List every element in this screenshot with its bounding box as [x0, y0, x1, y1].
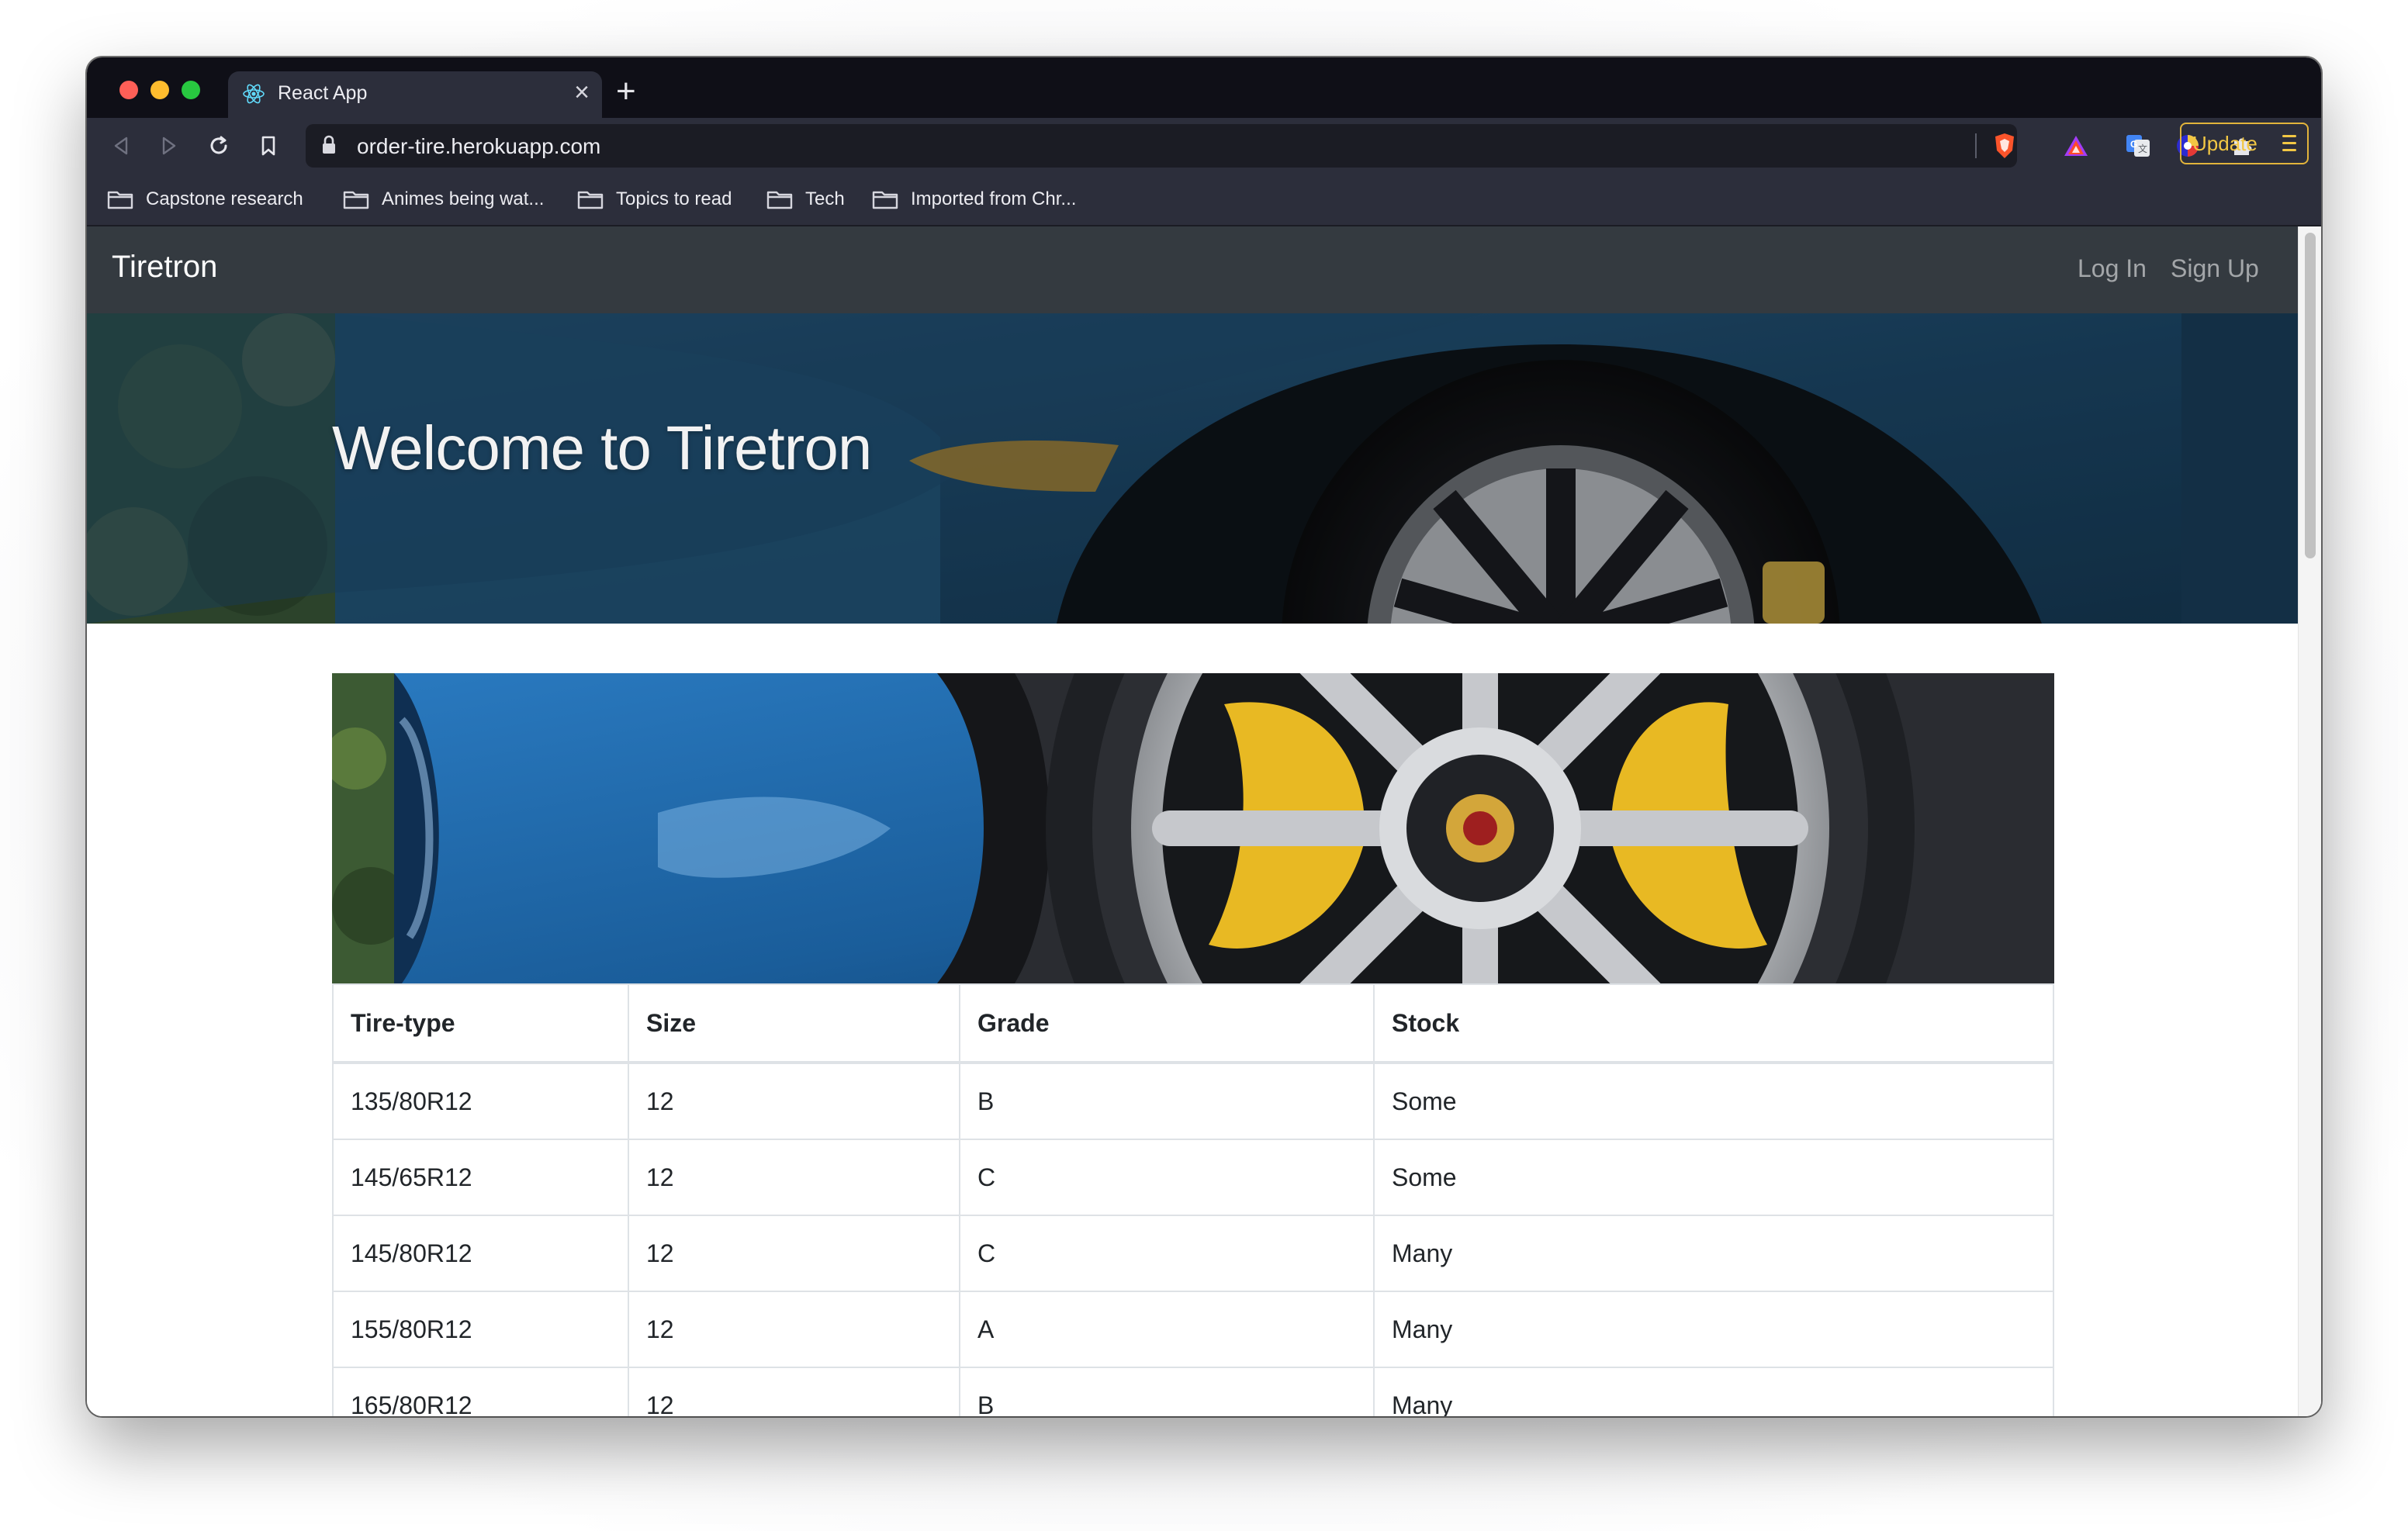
cell-grade: C — [959, 1139, 1375, 1216]
cell-size: 12 — [628, 1367, 960, 1416]
svg-text:文: 文 — [2138, 143, 2147, 154]
column-header-tire-type[interactable]: Tire-type — [332, 983, 629, 1064]
column-header-grade[interactable]: Grade — [959, 983, 1375, 1064]
url-text: order-tire.herokuapp.com — [357, 134, 601, 158]
new-tab-button[interactable]: + — [616, 74, 636, 109]
page-viewport: Tiretron Log In Sign Up Welcome to Tiret… — [87, 226, 2321, 1416]
cell-tire-type: 155/80R12 — [332, 1291, 629, 1368]
address-bar[interactable]: order-tire.herokuapp.com — [306, 124, 2017, 168]
cell-grade: C — [959, 1215, 1375, 1292]
column-header-stock[interactable]: Stock — [1373, 983, 2054, 1064]
folder-icon — [766, 191, 793, 209]
browser-toolbar: order-tire.herokuapp.com G文 Update — [87, 118, 2321, 174]
update-button[interactable]: Update — [2180, 123, 2309, 164]
table-header-row: Tire-type Size Grade Stock — [332, 983, 2054, 1064]
scrollbar-thumb[interactable] — [2305, 233, 2316, 558]
tab-strip: React App × + — [87, 57, 2321, 118]
folder-icon — [577, 191, 604, 209]
bookmark-folder-animes[interactable]: Animes being wat... — [343, 186, 544, 213]
cell-grade: A — [959, 1291, 1375, 1368]
login-link[interactable]: Log In — [2078, 254, 2147, 283]
svg-text:G: G — [2130, 139, 2137, 150]
maximize-window-button[interactable] — [182, 81, 200, 99]
hero-banner: Welcome to Tiretron — [87, 313, 2298, 624]
folder-icon — [107, 191, 133, 209]
bookmark-folder-capstone-research[interactable]: Capstone research — [107, 186, 303, 213]
bookmarks-bar: Capstone research Animes being wat... To… — [87, 174, 2321, 226]
update-label: Update — [2192, 131, 2258, 155]
cell-stock: Some — [1373, 1139, 2054, 1216]
address-bar-divider — [1975, 133, 1977, 158]
bookmark-folder-imported[interactable]: Imported from Chr... — [872, 186, 1076, 213]
react-logo-icon — [243, 84, 265, 104]
cell-size: 12 — [628, 1139, 960, 1216]
brave-shield-icon[interactable] — [1988, 129, 2022, 163]
cell-tire-type: 165/80R12 — [332, 1367, 629, 1416]
forward-icon[interactable] — [152, 129, 186, 163]
folder-icon — [343, 191, 369, 209]
cell-stock: Many — [1373, 1215, 2054, 1292]
reload-icon[interactable] — [202, 129, 236, 163]
hero-title: Welcome to Tiretron — [332, 413, 872, 482]
site-brand-link[interactable]: Tiretron — [112, 250, 217, 285]
google-translate-icon[interactable]: G文 — [2121, 129, 2155, 163]
cell-size: 12 — [628, 1062, 960, 1140]
porsche-wheel-image — [332, 673, 2054, 983]
tab-react-app[interactable]: React App × — [228, 71, 602, 118]
wheel-banner-image — [332, 673, 2054, 983]
minimize-window-button[interactable] — [150, 81, 169, 99]
cell-stock: Many — [1373, 1291, 2054, 1368]
column-header-size[interactable]: Size — [628, 983, 960, 1064]
brave-rewards-icon[interactable] — [2059, 129, 2093, 163]
cell-tire-type: 135/80R12 — [332, 1062, 629, 1140]
browser-window: React App × + order-tire.herokuapp.com G… — [87, 57, 2321, 1416]
signup-link[interactable]: Sign Up — [2171, 254, 2259, 283]
cell-grade: B — [959, 1367, 1375, 1416]
table-row: 145/80R12 12 C Many — [332, 1215, 2054, 1292]
cell-stock: Many — [1373, 1367, 2054, 1416]
bookmark-icon[interactable] — [251, 129, 285, 163]
cell-stock: Some — [1373, 1062, 2054, 1140]
cell-size: 12 — [628, 1215, 960, 1292]
table-row: 165/80R12 12 B Many — [332, 1367, 2054, 1416]
close-tab-icon[interactable]: × — [574, 78, 590, 108]
cell-grade: B — [959, 1062, 1375, 1140]
folder-icon — [872, 191, 898, 209]
bookmark-folder-topics-to-read[interactable]: Topics to read — [577, 186, 732, 213]
back-icon[interactable] — [104, 129, 138, 163]
cell-tire-type: 145/65R12 — [332, 1139, 629, 1216]
table-row: 145/65R12 12 C Some — [332, 1139, 2054, 1216]
page-scrollbar[interactable] — [2298, 226, 2321, 1416]
bookmark-folder-tech[interactable]: Tech — [766, 186, 845, 213]
hamburger-menu-icon — [2282, 135, 2296, 156]
table-row: 135/80R12 12 B Some — [332, 1062, 2054, 1140]
site-navbar: Tiretron Log In Sign Up — [87, 226, 2298, 313]
lock-icon — [323, 135, 335, 154]
tab-title: React App — [278, 82, 368, 104]
cell-tire-type: 145/80R12 — [332, 1215, 629, 1292]
close-window-button[interactable] — [119, 81, 138, 99]
tire-table: Tire-type Size Grade Stock 135/80R12 12 … — [332, 983, 2054, 1416]
cell-size: 12 — [628, 1291, 960, 1368]
table-row: 155/80R12 12 A Many — [332, 1291, 2054, 1368]
